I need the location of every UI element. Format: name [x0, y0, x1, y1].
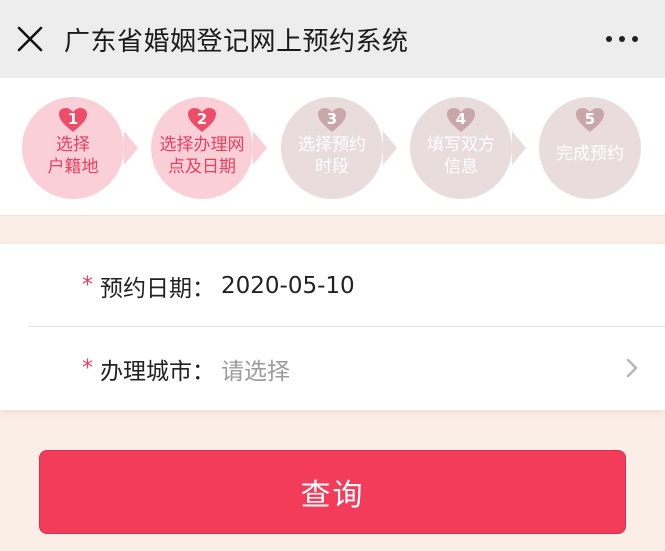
step-number: 4	[455, 110, 467, 128]
city-placeholder[interactable]: 请选择	[221, 352, 290, 386]
step-1: 1 选择 户籍地	[22, 97, 124, 199]
more-button[interactable]	[597, 0, 647, 78]
step-number: 5	[584, 110, 596, 128]
heart-icon: 2	[187, 107, 217, 133]
step-label-line: 选择	[56, 135, 90, 155]
step-label-line: 选择预约	[298, 135, 366, 155]
step-arrow	[253, 131, 267, 165]
more-icon-dot	[632, 36, 638, 42]
query-button[interactable]: 查询	[39, 450, 626, 534]
step-label: 完成预约	[542, 143, 638, 165]
heart-icon: 1	[58, 107, 88, 133]
required-mark: *	[82, 273, 93, 298]
close-button[interactable]	[0, 0, 60, 78]
step-label-line: 填写双方	[427, 135, 495, 155]
step-label-line: 选择办理网	[159, 135, 245, 155]
step-3: 3 选择预约 时段	[281, 97, 383, 199]
close-icon	[17, 26, 43, 52]
date-label: 预约日期：	[100, 275, 215, 302]
step-arrow	[383, 131, 397, 165]
step-label: 选择办理网 点及日期	[154, 134, 250, 178]
step-number: 2	[196, 110, 208, 128]
heart-icon: 4	[446, 107, 476, 133]
step-label-line: 户籍地	[47, 157, 99, 177]
city-label: 办理城市：	[100, 358, 215, 385]
step-number: 3	[326, 110, 338, 128]
heart-icon: 3	[317, 107, 347, 133]
required-mark: *	[82, 356, 93, 381]
step-number: 1	[67, 110, 79, 128]
city-select[interactable]: * 办理城市： 请选择	[0, 327, 665, 410]
step-label: 填写双方 信息	[413, 134, 509, 178]
step-label-line: 完成预约	[556, 144, 624, 164]
step-5: 5 完成预约	[539, 97, 641, 199]
more-icon	[606, 36, 612, 42]
more-icon-dot	[619, 36, 625, 42]
step-arrow	[124, 131, 138, 165]
heart-icon: 5	[575, 107, 605, 133]
page-title: 广东省婚姻登记网上预约系统	[64, 26, 409, 57]
step-label-line: 时段	[315, 157, 349, 177]
step-label: 选择预约 时段	[284, 134, 380, 178]
chevron-right-icon	[626, 358, 638, 378]
progress-steps: 1 选择 户籍地 2 选择办理网 点及日期 3 选择预约 时段 4 填写双方 信…	[0, 78, 665, 216]
step-arrow	[512, 131, 526, 165]
date-value[interactable]: 2020-05-10	[221, 273, 355, 299]
step-label-line: 信息	[444, 157, 478, 177]
app-bar: 广东省婚姻登记网上预约系统	[0, 0, 665, 78]
step-2: 2 选择办理网 点及日期	[151, 97, 253, 199]
step-4: 4 填写双方 信息	[410, 97, 512, 199]
step-label-line: 点及日期	[168, 157, 236, 177]
step-label: 选择 户籍地	[25, 134, 121, 178]
booking-form: * 预约日期： 2020-05-10 * 办理城市： 请选择	[0, 244, 665, 410]
date-field[interactable]: * 预约日期： 2020-05-10	[0, 244, 665, 327]
